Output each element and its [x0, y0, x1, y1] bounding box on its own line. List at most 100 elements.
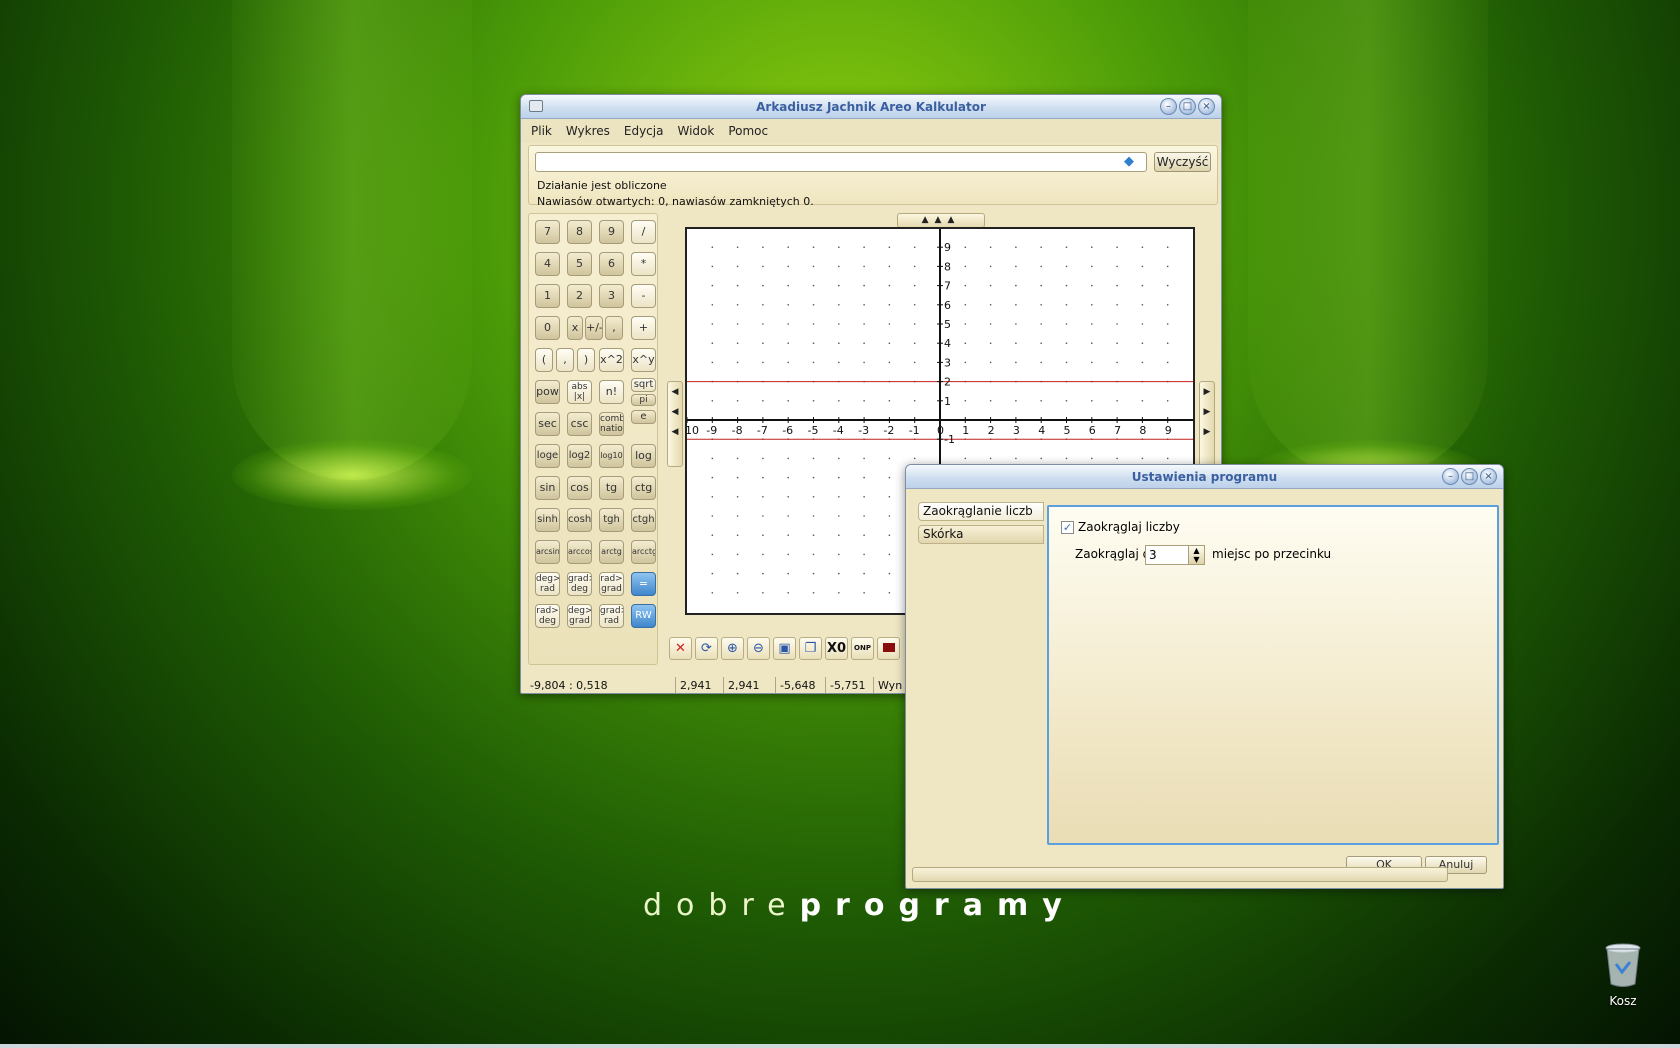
grid-dot [913, 265, 916, 268]
copy-icon[interactable]: ❐ [799, 637, 822, 660]
key-tg[interactable]: tg [599, 476, 624, 500]
pan-left-buttons[interactable]: ◀ ◀ ◀ [667, 381, 683, 467]
grid-dot [863, 342, 865, 344]
key-decimal[interactable]: , [605, 316, 623, 340]
grid-dot [888, 265, 891, 268]
grid-dot [812, 284, 815, 287]
key-grad-rad[interactable]: grad> rad [599, 604, 624, 628]
menu-edycja[interactable]: Edycja [624, 124, 664, 138]
key-0[interactable]: 0 [535, 316, 560, 340]
x0-button[interactable]: X0 [825, 637, 848, 660]
key-divide[interactable]: / [631, 220, 656, 244]
pan-right-buttons[interactable]: ▶ ▶ ▶ [1199, 381, 1215, 467]
key-grad-deg[interactable]: grad> deg [567, 572, 592, 596]
grid-dot [711, 265, 714, 268]
key-5[interactable]: 5 [567, 252, 592, 276]
close-icon[interactable]: × [1198, 98, 1215, 115]
refresh-icon[interactable]: ⟳ [695, 637, 718, 660]
key-log10[interactable]: log10 [599, 444, 624, 468]
history-dropdown-icon[interactable]: ◆ [1124, 155, 1138, 169]
key-combination[interactable]: combi nation [599, 412, 624, 436]
clear-graph-icon[interactable]: ✕ [669, 637, 692, 660]
key-rad-deg[interactable]: rad> deg [535, 604, 560, 628]
key-multiply[interactable]: * [631, 252, 656, 276]
key-rw[interactable]: RW [631, 604, 656, 628]
key-2[interactable]: 2 [567, 284, 592, 308]
menu-wykres[interactable]: Wykres [566, 124, 610, 138]
expression-input[interactable] [535, 152, 1147, 172]
grid-dot [913, 361, 916, 364]
trash-icon[interactable] [1604, 942, 1642, 988]
key-plus[interactable]: + [631, 316, 656, 340]
key-ctgh[interactable]: ctgh [631, 508, 656, 532]
key-ctg[interactable]: ctg [631, 476, 656, 500]
key-loge[interactable]: loge [535, 444, 560, 468]
key-square[interactable]: x^2 [599, 348, 624, 372]
key-sqrt[interactable]: sqrt [631, 378, 656, 392]
tab-rounding[interactable]: Zaokrąglanie liczb [918, 502, 1044, 521]
key-log2[interactable]: log2 [567, 444, 592, 468]
key-1[interactable]: 1 [535, 284, 560, 308]
tab-skin[interactable]: Skórka [918, 525, 1044, 544]
color-icon[interactable] [877, 637, 900, 660]
key-sin[interactable]: sin [535, 476, 560, 500]
key-sinh[interactable]: sinh [535, 508, 560, 532]
key-x[interactable]: x [567, 316, 583, 340]
key-8[interactable]: 8 [567, 220, 592, 244]
status-brackets: Nawiasów otwartych: 0, nawiasów zamknięt… [537, 195, 814, 208]
clear-button[interactable]: Wyczyść [1154, 152, 1211, 172]
settings-maximize-icon[interactable]: □ [1461, 468, 1478, 485]
grid-dot [989, 323, 992, 325]
grid-dot [913, 246, 916, 248]
key-cosh[interactable]: cosh [567, 508, 592, 532]
settings-titlebar[interactable]: Ustawienia programu – □ × [906, 465, 1503, 489]
key-arctg[interactable]: arctg [599, 540, 624, 564]
spinner-arrows-icon[interactable]: ▲ ▼ [1188, 546, 1204, 564]
key-3[interactable]: 3 [599, 284, 624, 308]
key-sec[interactable]: sec [535, 412, 560, 436]
settings-minimize-icon[interactable]: – [1442, 468, 1459, 485]
key-deg-grad[interactable]: deg> grad [567, 604, 592, 628]
key-log[interactable]: log [631, 444, 656, 468]
onp-button[interactable]: ONP [851, 637, 874, 660]
key-tgh[interactable]: tgh [599, 508, 624, 532]
key-deg-rad[interactable]: deg> rad [535, 572, 560, 596]
key-arcsin[interactable]: arcsin [535, 540, 560, 564]
key-rad-grad[interactable]: rad> grad [599, 572, 624, 596]
key-arcctg[interactable]: arcctg [631, 540, 656, 564]
key-open-paren[interactable]: ( [535, 348, 553, 372]
key-arccos[interactable]: arccos [567, 540, 592, 564]
key-power[interactable]: x^y [631, 348, 656, 372]
key-minus[interactable]: - [631, 284, 656, 308]
key-csc[interactable]: csc [567, 412, 592, 436]
menu-widok[interactable]: Widok [677, 124, 714, 138]
key-9[interactable]: 9 [599, 220, 624, 244]
horizontal-scrollbar[interactable] [912, 867, 1448, 882]
key-close-paren[interactable]: ) [577, 348, 595, 372]
grid-dot [1040, 304, 1042, 306]
key-abs[interactable]: abs |x| [567, 380, 592, 404]
key-pow[interactable]: pow [535, 380, 560, 404]
zoom-out-icon[interactable]: ⊖ [747, 637, 770, 660]
minimize-icon[interactable]: – [1160, 98, 1177, 115]
menu-pomoc[interactable]: Pomoc [728, 124, 768, 138]
settings-close-icon[interactable]: × [1480, 468, 1497, 485]
key-cos[interactable]: cos [567, 476, 592, 500]
calculator-titlebar[interactable]: Arkadiusz Jachnik Areo Kalkulator – □ × [521, 95, 1221, 119]
key-7[interactable]: 7 [535, 220, 560, 244]
key-comma[interactable]: , [556, 348, 574, 372]
key-4[interactable]: 4 [535, 252, 560, 276]
maximize-icon[interactable]: □ [1179, 98, 1196, 115]
menu-plik[interactable]: Plik [531, 124, 552, 138]
pan-up-buttons[interactable]: ▲▲▲ [897, 213, 985, 228]
decimal-places-spinner[interactable]: 3 ▲ ▼ [1145, 545, 1205, 565]
key-equals[interactable]: = [631, 572, 656, 596]
round-numbers-checkbox[interactable]: ✓ [1061, 521, 1074, 534]
save-icon[interactable]: ▣ [773, 637, 796, 660]
key-6[interactable]: 6 [599, 252, 624, 276]
key-e[interactable]: e [631, 410, 656, 424]
key-negate[interactable]: +/- [585, 316, 603, 340]
key-pi[interactable]: pi [631, 394, 656, 406]
key-factorial[interactable]: n! [599, 380, 624, 404]
zoom-in-icon[interactable]: ⊕ [721, 637, 744, 660]
